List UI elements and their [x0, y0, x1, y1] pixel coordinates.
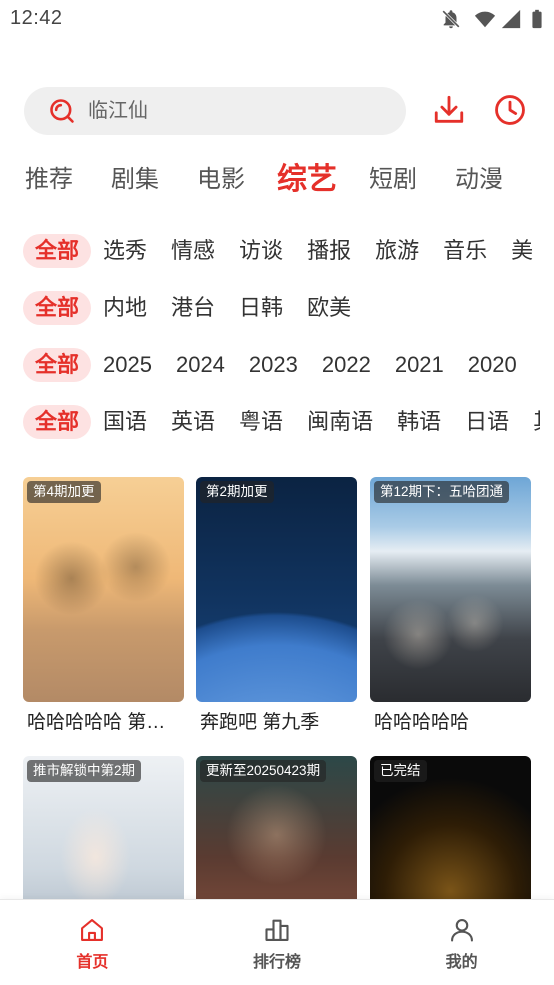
filter-chip[interactable]: 欧美 [295, 291, 363, 325]
filter-row-genre: 全部 选秀 情感 访谈 播报 旅游 音乐 美 [23, 234, 540, 268]
poster-image: 已完结 [370, 756, 531, 900]
search-input[interactable]: 临江仙 [24, 87, 406, 135]
show-card[interactable]: 第2期加更 奔跑吧 第九季 [196, 477, 357, 738]
download-button[interactable] [432, 93, 466, 127]
poster-image: 第2期加更 [196, 477, 357, 702]
poster-image: 第4期加更 [23, 477, 184, 702]
bottom-nav: 首页 排行榜 我的 [0, 899, 554, 985]
tab-anime[interactable]: 动漫 [455, 158, 503, 202]
show-card[interactable]: 已完结 [370, 756, 531, 900]
episode-badge: 已完结 [374, 760, 427, 782]
nav-label: 我的 [445, 954, 478, 971]
filter-chip[interactable]: 全部 [23, 405, 92, 439]
filter-chip[interactable]: 其 [521, 405, 540, 439]
status-bar: 12:42 [0, 0, 554, 38]
show-title: 奔跑吧 第九季 [200, 712, 320, 733]
wifi-icon [474, 8, 496, 30]
filter-chip[interactable]: 2023 [237, 348, 310, 382]
search-icon [48, 97, 76, 125]
filter-chip[interactable]: 国语 [91, 405, 159, 439]
poster-image: 第12期下：五哈团通 [370, 477, 531, 702]
download-icon [432, 93, 466, 127]
signal-icon [500, 8, 522, 30]
content-grid: 第4期加更 哈哈哈哈哈 第… 第2期加更 奔跑吧 第九季 第12期下：五哈团通 … [23, 477, 531, 900]
filter-chip[interactable]: 2025 [91, 348, 164, 382]
poster-image: 推市解锁中第2期 [23, 756, 184, 900]
filter-chip[interactable]: 情感 [159, 234, 227, 268]
nav-profile[interactable]: 我的 [369, 900, 554, 985]
filter-chip[interactable]: 港台 [159, 291, 227, 325]
filter-chip[interactable]: 选秀 [91, 234, 159, 268]
show-card[interactable]: 推市解锁中第2期 [23, 756, 184, 900]
category-tabs: 推荐 剧集 电影 综艺 短剧 动漫 [25, 158, 503, 202]
search-value: 临江仙 [88, 100, 148, 122]
filter-chip[interactable]: 旅游 [363, 234, 431, 268]
filter-row-region: 全部 内地 港台 日韩 欧美 [23, 291, 540, 325]
nav-label: 排行榜 [253, 954, 302, 971]
filter-chip[interactable]: 美 [499, 234, 540, 268]
show-card[interactable]: 更新至20250423期 [196, 756, 357, 900]
filter-chip[interactable]: 全部 [23, 348, 92, 382]
filter-chip[interactable]: 日韩 [227, 291, 295, 325]
show-card[interactable]: 第4期加更 哈哈哈哈哈 第… [23, 477, 184, 738]
app-screen: 12:42 临江仙 推荐 剧集 电影 综艺 短剧 动漫 全部 选秀 情感 访谈 … [0, 0, 554, 985]
filter-chip[interactable]: 访谈 [227, 234, 295, 268]
filter-chip[interactable]: 韩语 [385, 405, 453, 439]
tab-series[interactable]: 剧集 [111, 158, 159, 202]
episode-badge: 推市解锁中第2期 [27, 760, 142, 782]
filter-chip[interactable]: 音乐 [431, 234, 499, 268]
poster-image: 更新至20250423期 [196, 756, 357, 900]
tab-variety[interactable]: 综艺 [277, 158, 337, 202]
episode-badge: 第12期下：五哈团通 [374, 481, 510, 503]
filter-chip[interactable]: 2021 [383, 348, 456, 382]
filter-chip[interactable]: 全部 [23, 234, 92, 268]
filter-row-year: 全部 2025 2024 2023 2022 2021 2020 [23, 348, 540, 382]
filter-chip[interactable]: 闽南语 [295, 405, 385, 439]
filter-chip[interactable]: 粤语 [227, 405, 295, 439]
filter-chip[interactable]: 2020 [456, 348, 529, 382]
filter-chip[interactable]: 英语 [159, 405, 227, 439]
filter-row-language: 全部 国语 英语 粤语 闽南语 韩语 日语 其 [23, 405, 540, 439]
notifications-off-icon [440, 8, 462, 30]
filter-chip[interactable]: 内地 [91, 291, 159, 325]
filter-chip[interactable]: 2024 [164, 348, 237, 382]
battery-icon [526, 8, 548, 30]
profile-icon [448, 916, 476, 944]
episode-badge: 第2期加更 [200, 481, 274, 503]
history-icon [493, 93, 527, 127]
nav-home[interactable]: 首页 [0, 900, 185, 985]
filter-chip[interactable]: 全部 [23, 291, 92, 325]
filter-chip[interactable]: 播报 [295, 234, 363, 268]
home-icon [78, 916, 106, 944]
status-time: 12:42 [10, 7, 63, 29]
filter-chip[interactable]: 2022 [310, 348, 383, 382]
tab-movie[interactable]: 电影 [197, 158, 245, 202]
filter-chip[interactable]: 日语 [453, 405, 521, 439]
show-card[interactable]: 第12期下：五哈团通 哈哈哈哈哈 [370, 477, 531, 738]
history-button[interactable] [493, 93, 527, 127]
nav-label: 首页 [76, 954, 109, 971]
episode-badge: 更新至20250423期 [200, 760, 327, 782]
tab-short-drama[interactable]: 短剧 [369, 158, 417, 202]
ranking-icon [263, 916, 291, 944]
tab-recommend[interactable]: 推荐 [25, 158, 73, 202]
nav-ranking[interactable]: 排行榜 [185, 900, 370, 985]
show-title: 哈哈哈哈哈 第… [27, 712, 166, 733]
show-title: 哈哈哈哈哈 [374, 712, 470, 733]
episode-badge: 第4期加更 [27, 481, 101, 503]
